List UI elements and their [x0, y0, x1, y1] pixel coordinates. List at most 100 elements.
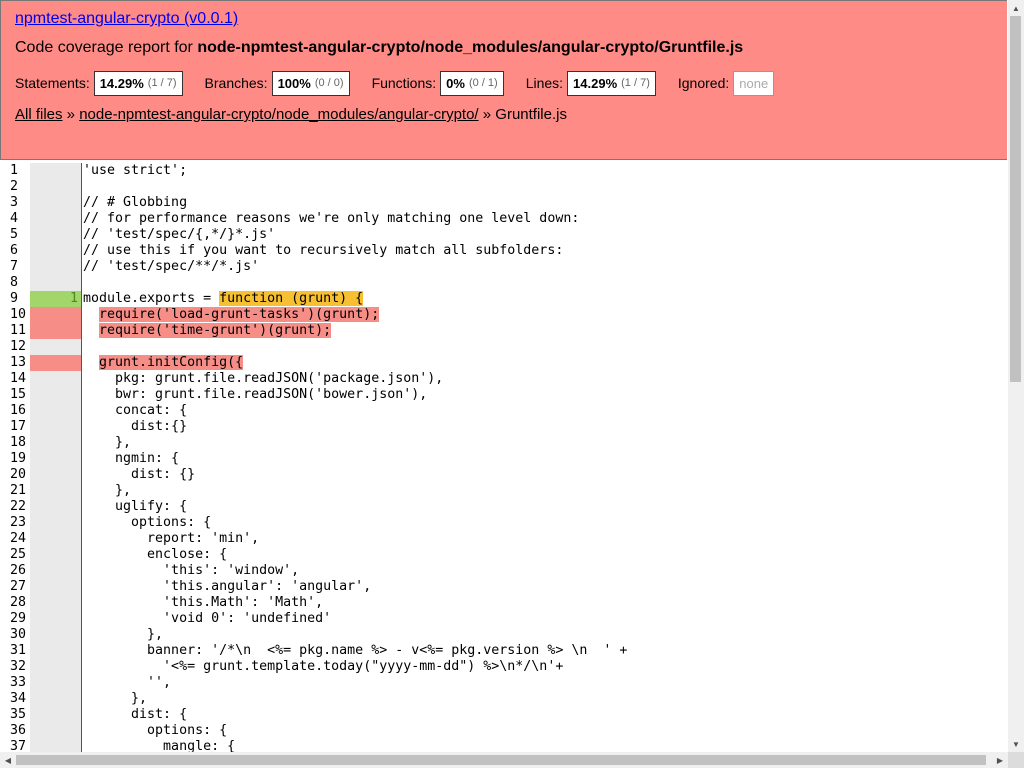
code-text: pkg: grunt.file.readJSON('package.json')… — [83, 371, 444, 386]
line-hit-count — [30, 435, 82, 451]
stat-fraction: (0 / 1) — [468, 77, 498, 89]
line-number[interactable]: 37 — [0, 739, 30, 752]
code-line: 23 options: { — [0, 515, 627, 531]
line-number[interactable]: 1 — [0, 163, 30, 179]
breadcrumb-separator: » — [478, 106, 496, 123]
line-source: }, — [82, 483, 628, 499]
code-line: 4 // for performance reasons we're only m… — [0, 211, 627, 227]
code-text: dist: {} — [83, 467, 196, 482]
uncovered-code-highlight: require('time-grunt')(grunt); — [99, 323, 332, 338]
code-text: uglify: { — [83, 499, 188, 514]
line-number[interactable]: 36 — [0, 723, 30, 739]
line-hit-count: 1 — [30, 291, 82, 307]
line-number[interactable]: 2 — [0, 179, 30, 195]
line-number[interactable]: 7 — [0, 259, 30, 275]
line-number[interactable]: 35 — [0, 707, 30, 723]
uncovered-code-highlight: function (grunt) { — [219, 291, 364, 306]
line-number[interactable]: 34 — [0, 691, 30, 707]
code-line: 17 dist:{} — [0, 419, 627, 435]
code-line: 2 — [0, 179, 627, 195]
project-title-link[interactable]: npmtest-angular-crypto (v0.0.1) — [15, 10, 238, 28]
line-source: concat: { — [82, 403, 628, 419]
line-source: 'this.angular': 'angular', — [82, 579, 628, 595]
code-text: concat: { — [83, 403, 188, 418]
vertical-scrollbar[interactable]: ▲ ▼ — [1008, 0, 1024, 752]
line-number[interactable]: 6 — [0, 243, 30, 259]
line-number[interactable]: 26 — [0, 563, 30, 579]
line-hit-count — [30, 451, 82, 467]
scroll-down-arrow-icon[interactable]: ▼ — [1008, 736, 1024, 752]
line-hit-count — [30, 163, 82, 179]
code-text: dist: { — [83, 707, 188, 722]
line-number[interactable]: 15 — [0, 387, 30, 403]
line-source: // 'test/spec/**/*.js' — [82, 259, 628, 275]
code-line: 6 // use this if you want to recursively … — [0, 243, 627, 259]
uncovered-code-highlight: require('load-grunt-tasks')(grunt); — [99, 307, 380, 322]
line-number[interactable]: 30 — [0, 627, 30, 643]
line-number[interactable]: 23 — [0, 515, 30, 531]
line-source: }, — [82, 435, 628, 451]
code-text: }, — [83, 691, 148, 706]
line-number[interactable]: 16 — [0, 403, 30, 419]
line-number[interactable]: 3 — [0, 195, 30, 211]
line-number[interactable]: 33 — [0, 675, 30, 691]
code-text: '<%= grunt.template.today("yyyy-mm-dd") … — [83, 659, 564, 674]
line-number[interactable]: 24 — [0, 531, 30, 547]
scroll-up-arrow-icon[interactable]: ▲ — [1008, 0, 1024, 16]
line-number[interactable]: 8 — [0, 275, 30, 291]
code-line: 11 require('time-grunt')(grunt); — [0, 323, 627, 339]
line-hit-count — [30, 371, 82, 387]
code-text: mangle: { — [83, 739, 236, 752]
code-text: ngmin: { — [83, 451, 180, 466]
breadcrumb-folder[interactable]: node-npmtest-angular-crypto/node_modules… — [79, 106, 478, 123]
stat-label: Functions: — [371, 75, 437, 91]
uncovered-code-highlight: grunt.initConfig({ — [99, 355, 244, 370]
line-number[interactable]: 19 — [0, 451, 30, 467]
code-line: 22 uglify: { — [0, 499, 627, 515]
line-number[interactable]: 29 — [0, 611, 30, 627]
code-text: 'use strict'; — [83, 163, 188, 178]
stat-label: Lines: — [525, 75, 564, 91]
line-number[interactable]: 10 — [0, 307, 30, 323]
line-number[interactable]: 14 — [0, 371, 30, 387]
stat-percent: 100% — [277, 75, 311, 91]
code-text: // 'test/spec/{,*/}*.js' — [83, 227, 276, 242]
breadcrumb-all-files[interactable]: All files — [15, 106, 63, 123]
line-number[interactable]: 17 — [0, 419, 30, 435]
line-number[interactable]: 18 — [0, 435, 30, 451]
line-number[interactable]: 32 — [0, 659, 30, 675]
line-hit-count — [30, 739, 82, 752]
line-number[interactable]: 13 — [0, 355, 30, 371]
line-source: options: { — [82, 723, 628, 739]
horizontal-scroll-thumb[interactable] — [16, 755, 986, 765]
code-text: module.exports = — [83, 291, 220, 306]
stat-label: Branches: — [204, 75, 268, 91]
line-hit-count — [30, 595, 82, 611]
code-line: 29 'void 0': 'undefined' — [0, 611, 627, 627]
code-text: // use this if you want to recursively m… — [83, 243, 564, 258]
stat-ignored: Ignored: none — [678, 70, 775, 96]
line-source: bwr: grunt.file.readJSON('bower.json'), — [82, 387, 628, 403]
line-source: require('load-grunt-tasks')(grunt); — [82, 307, 628, 323]
line-number[interactable]: 27 — [0, 579, 30, 595]
code-text: 'void 0': 'undefined' — [83, 611, 332, 626]
line-number[interactable]: 21 — [0, 483, 30, 499]
stat-lines: Lines: 14.29% (1 / 7) — [525, 70, 656, 96]
horizontal-scrollbar[interactable]: ◀ ▶ — [0, 752, 1008, 768]
line-hit-count — [30, 323, 82, 339]
line-number[interactable]: 20 — [0, 467, 30, 483]
line-number[interactable]: 28 — [0, 595, 30, 611]
line-number[interactable]: 25 — [0, 547, 30, 563]
line-number[interactable]: 12 — [0, 339, 30, 355]
line-number[interactable]: 11 — [0, 323, 30, 339]
line-number[interactable]: 9 — [0, 291, 30, 307]
code-line: 36 options: { — [0, 723, 627, 739]
line-number[interactable]: 31 — [0, 643, 30, 659]
vertical-scroll-thumb[interactable] — [1010, 16, 1021, 382]
scroll-right-arrow-icon[interactable]: ▶ — [992, 752, 1008, 768]
scroll-left-arrow-icon[interactable]: ◀ — [0, 752, 16, 768]
line-number[interactable]: 5 — [0, 227, 30, 243]
code-text: options: { — [83, 515, 212, 530]
line-number[interactable]: 4 — [0, 211, 30, 227]
line-number[interactable]: 22 — [0, 499, 30, 515]
